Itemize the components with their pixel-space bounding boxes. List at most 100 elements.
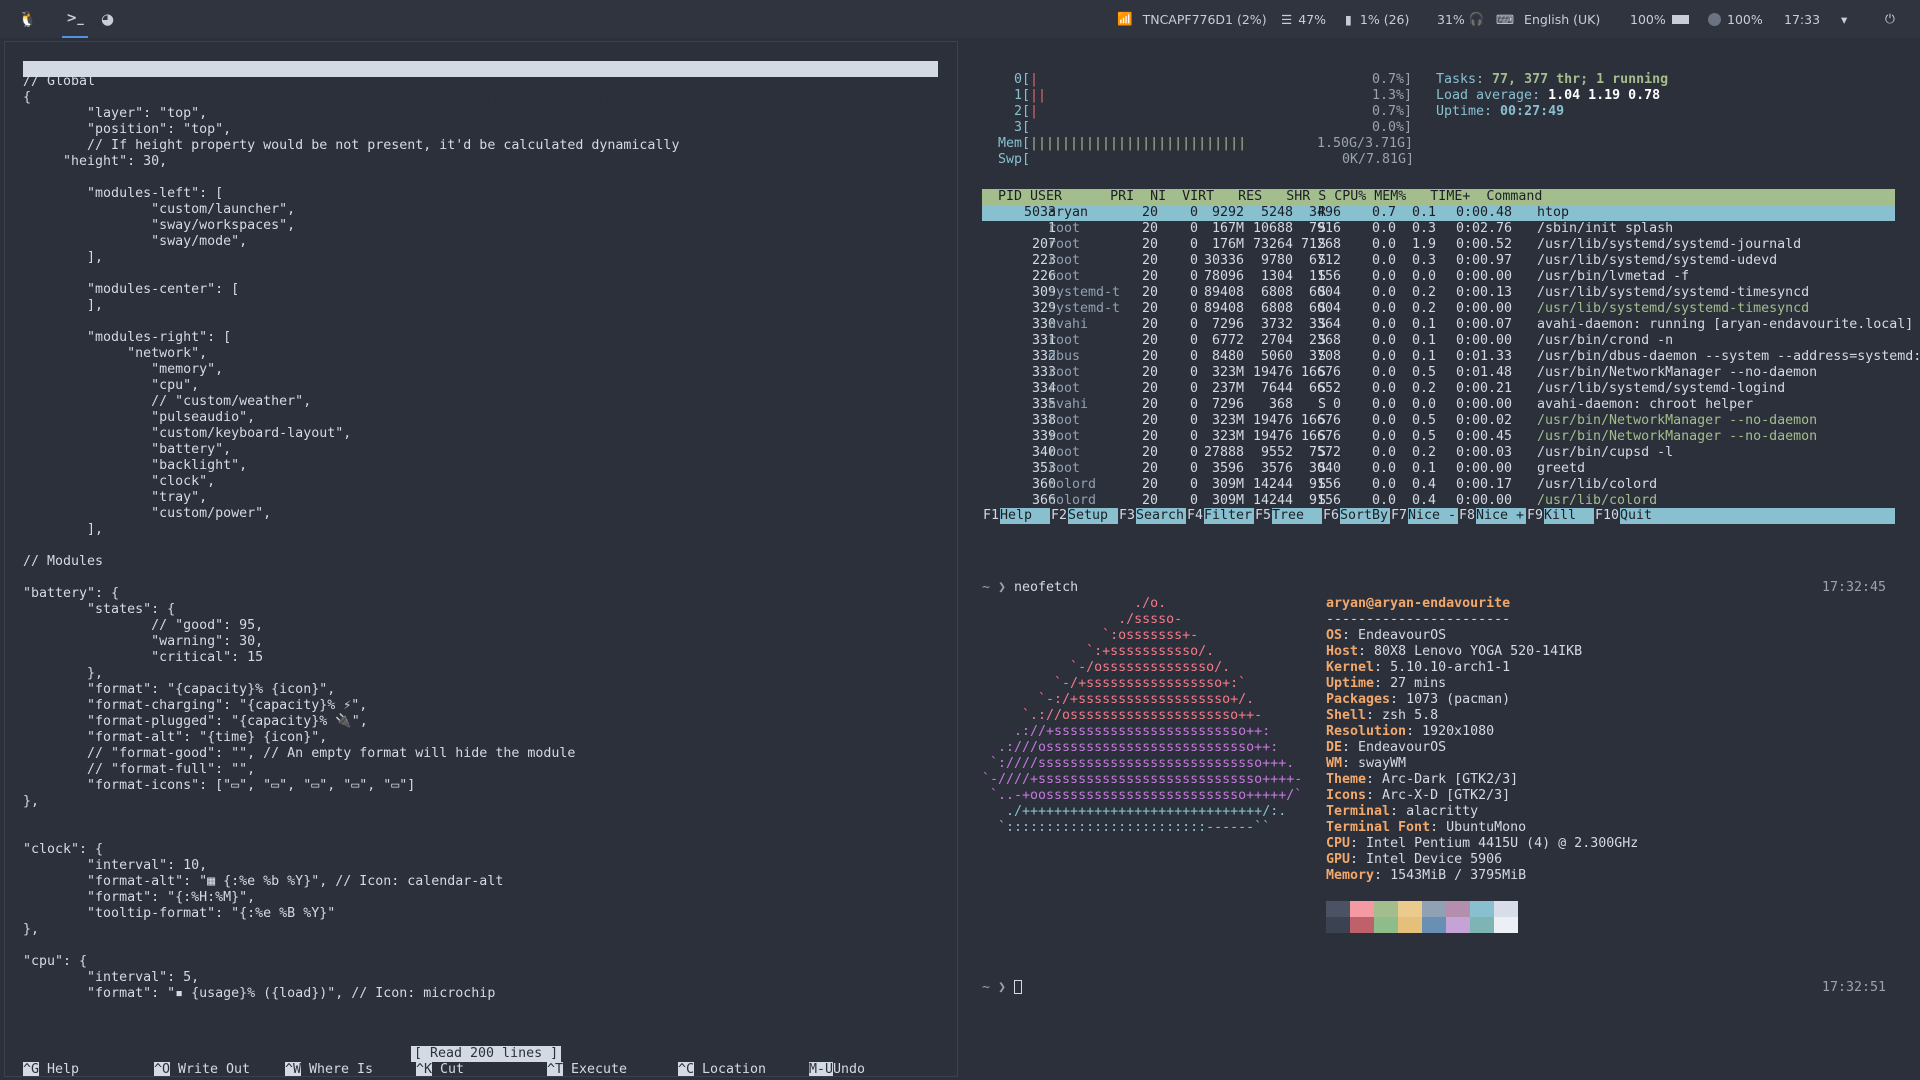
fkey-label[interactable]: Setup (1068, 508, 1116, 524)
htop-row[interactable]: 223 root 20 0 30336 9780 6712 S 0.0 0.3 0:00.97/us… (982, 253, 1895, 269)
htop-uptime: Uptime: 00:27:49 (1436, 104, 1564, 120)
shortcut-key[interactable]: ^T (547, 1062, 564, 1076)
htop-row[interactable]: 338 root 20 0 323M 19476 16676 S 0.0 0.5 0:00.02/u… (982, 413, 1895, 429)
fkey-label[interactable]: Help (1000, 508, 1048, 524)
alacritty-terminal[interactable]: ~ ❯ neofetch 17:32:45 ./o. ./sssso- `:os… (962, 558, 1920, 1078)
cell-user: root (1048, 445, 1081, 460)
nano-editor-window[interactable]: GNU nano 5.5 /home/aryan/.config/waybar/… (4, 41, 958, 1077)
workspace-2-button[interactable]: ◕ (101, 0, 114, 38)
htop-row[interactable]: 226 root 20 0 78096 1304 1156 S 0.0 0.0 0:00.00/us… (982, 269, 1895, 285)
color-swatch (1446, 917, 1470, 933)
battery-module[interactable]: 100% (1630, 0, 1689, 38)
tray-wifi-icon[interactable]: ▾ (1841, 0, 1847, 38)
cell-user: avahi (1048, 397, 1089, 412)
shortcut-label[interactable]: Location (702, 1062, 766, 1076)
htop-row[interactable]: 329 systemd-t 20 0 89408 6808 6004 S 0.0 0.2 0:00.… (982, 301, 1895, 317)
shortcut-key[interactable]: ^G (23, 1062, 40, 1076)
shortcut-key[interactable]: ^O (154, 1062, 171, 1076)
htop-row[interactable]: 1 root 20 0 167M 10688 7916 S 0.0 0.3 0:02.76/sbin… (982, 221, 1895, 237)
fkey-label[interactable]: Filter (1204, 508, 1252, 524)
fkey-label[interactable]: Nice + (1476, 508, 1524, 524)
cpu-icon: ▮ (1345, 11, 1352, 27)
shortcut-key[interactable]: ^C (678, 1062, 695, 1076)
htop-row[interactable]: 334 root 20 0 237M 7644 6652 S 0.0 0.2 0:00.21/usr… (982, 381, 1895, 397)
fkey-label[interactable]: Tree (1272, 508, 1320, 524)
fkey-label[interactable]: Search (1136, 508, 1184, 524)
htop-row[interactable]: 331 root 20 0 6772 2704 2368 S 0.0 0.1 0:00.00/usr… (982, 333, 1895, 349)
nano-filepath: /home/aryan/.config/waybar/config (363, 93, 628, 108)
htop-row[interactable]: 340 root 20 0 27888 9552 7572 S 0.0 0.2 0:00.03/us… (982, 445, 1895, 461)
htop-row[interactable]: 330 avahi 20 0 7296 3732 3364 S 0.0 0.1 0:00.07 ava… (982, 317, 1913, 333)
keyboard-layout-module[interactable]: ⌨ English (UK) (1496, 0, 1600, 38)
shortcut-label[interactable]: Undo (833, 1062, 865, 1076)
cell-user: root (1048, 429, 1081, 444)
shortcut-label[interactable]: Execute (571, 1062, 627, 1076)
cell-cpu: 0.0 (1371, 397, 1396, 412)
shortcut-label[interactable]: Help (47, 1062, 79, 1076)
cell-cmd: /usr/lib/colord (1537, 493, 1658, 508)
clock-module[interactable]: 17:33 (1784, 0, 1820, 38)
cell-cpu: 0.0 (1371, 461, 1396, 476)
launcher-button[interactable]: 🐧 (18, 0, 37, 38)
mem-value: 1.50G/3.71G] (1317, 136, 1414, 151)
backlight-module[interactable]: 100% (1708, 0, 1763, 38)
memory-module[interactable]: ☰ 47% (1281, 0, 1326, 38)
shortcut-label[interactable]: Write Out (178, 1062, 250, 1076)
info-key: Terminal (1326, 804, 1391, 819)
htop-row[interactable]: 353 root 20 0 3596 3576 3040 S 0.0 0.1 0:00.00 gree… (982, 461, 1895, 477)
power-icon[interactable]: ⏻ (1885, 0, 1895, 38)
cell-pri: 20 (1141, 461, 1158, 476)
color-swatch (1422, 917, 1446, 933)
fkey-label[interactable]: Kill (1544, 508, 1592, 524)
cell-time: 0:00.00 (1456, 493, 1513, 508)
fkey-label[interactable]: Nice - (1408, 508, 1456, 524)
info-colon: : (1342, 756, 1359, 771)
cell-ni: 0 (1189, 205, 1198, 220)
cell-user: colord (1048, 477, 1097, 492)
shortcut-label[interactable]: Cut (440, 1062, 464, 1076)
cpu-label: 1[ (1014, 88, 1031, 103)
htop-column-header[interactable]: PID USER PRI NI VIRT RES SHR S CPU% MEM%… (982, 189, 1895, 205)
fkey-label[interactable]: Quit (1620, 508, 1652, 524)
shortcut-key[interactable]: ^W (285, 1062, 302, 1076)
waybar: 🐧 >_ ◕ 📶 TNCAPF776D1 (2%) ☰ 47% ▮ 1% (26… (0, 0, 1920, 38)
cell-ni: 0 (1189, 221, 1198, 236)
nano-line: "modules-left": [ (23, 186, 224, 201)
shortcut-key[interactable]: M-U (809, 1062, 834, 1076)
cell-cpu: 0.0 (1371, 285, 1396, 300)
cell-time: 0:00.02 (1456, 413, 1513, 428)
cell-cpu: 0.0 (1371, 365, 1396, 380)
cell-mem: 0.1 (1411, 461, 1436, 476)
nano-line: "cpu": { (23, 954, 88, 969)
pulseaudio-module[interactable]: 31% 🎧 (1437, 0, 1484, 38)
network-module[interactable]: 📶 TNCAPF776D1 (2%) (1117, 0, 1267, 38)
info-key: Uptime (1326, 676, 1375, 691)
cpu-module[interactable]: ▮ 1% (26) (1345, 0, 1409, 38)
htop-row[interactable]: 360 colord 20 0 309M 14244 9156 S 0.0 0.4 0:00.17/… (982, 477, 1895, 493)
color-swatch (1494, 917, 1518, 933)
htop-row[interactable]: 207 root 20 0 176M 73264 71268 S 0.0 1.9 0:00.52/u… (982, 237, 1895, 253)
nano-line: }, (23, 922, 40, 937)
htop-row[interactable]: 5033 aryan 20 0 9292 5248 3496 R 0.7 0.1 0:00.48 ht… (982, 205, 1895, 221)
cell-time: 0:01.48 (1456, 365, 1513, 380)
htop-row[interactable]: 335 avahi 20 0 7296 368 0 S 0.0 0.0 0:00.00 avahi-d… (982, 397, 1895, 413)
htop-row[interactable]: 339 root 20 0 323M 19476 16676 S 0.0 0.5 0:00.45/u… (982, 429, 1895, 445)
fkey-label[interactable]: SortBy (1340, 508, 1388, 524)
color-swatch (1350, 901, 1374, 917)
info-row: Packages: 1073 (pacman) (1326, 692, 1510, 708)
htop-window[interactable]: 0[| 0.7%] 1[|| 1.3%] 2[| 0.7%] 3[0.0%] Mem[||||… (962, 41, 1920, 554)
htop-row[interactable]: 332 dbus 20 0 8480 5060 3708 S 0.0 0.1 0:01.33/usr… (982, 349, 1920, 365)
htop-row[interactable]: 333 root 20 0 323M 19476 16676 S 0.0 0.5 0:01.48/u… (982, 365, 1895, 381)
cell-s: S (1318, 413, 1327, 428)
info-row: Host: 80X8 Lenovo YOGA 520-14IKB (1326, 644, 1582, 660)
cell-virt: 323M (1211, 429, 1244, 444)
htop-row[interactable]: 309 systemd-t 20 0 89408 6808 6004 S 0.0 0.2 0:00.… (982, 285, 1895, 301)
prompt-line-2[interactable]: ~ ❯ (982, 980, 1023, 996)
cell-virt: 309M (1211, 477, 1244, 492)
workspace-1-button[interactable]: >_ (62, 0, 88, 38)
info-key: DE (1326, 740, 1343, 755)
shortcut-key[interactable]: ^K (416, 1062, 433, 1076)
htop-row[interactable]: 366 colord 20 0 309M 14244 9156 S 0.0 0.4 0:00.00/… (982, 493, 1895, 509)
shortcut-label[interactable]: Where Is (309, 1062, 373, 1076)
cell-s: S (1318, 333, 1327, 348)
